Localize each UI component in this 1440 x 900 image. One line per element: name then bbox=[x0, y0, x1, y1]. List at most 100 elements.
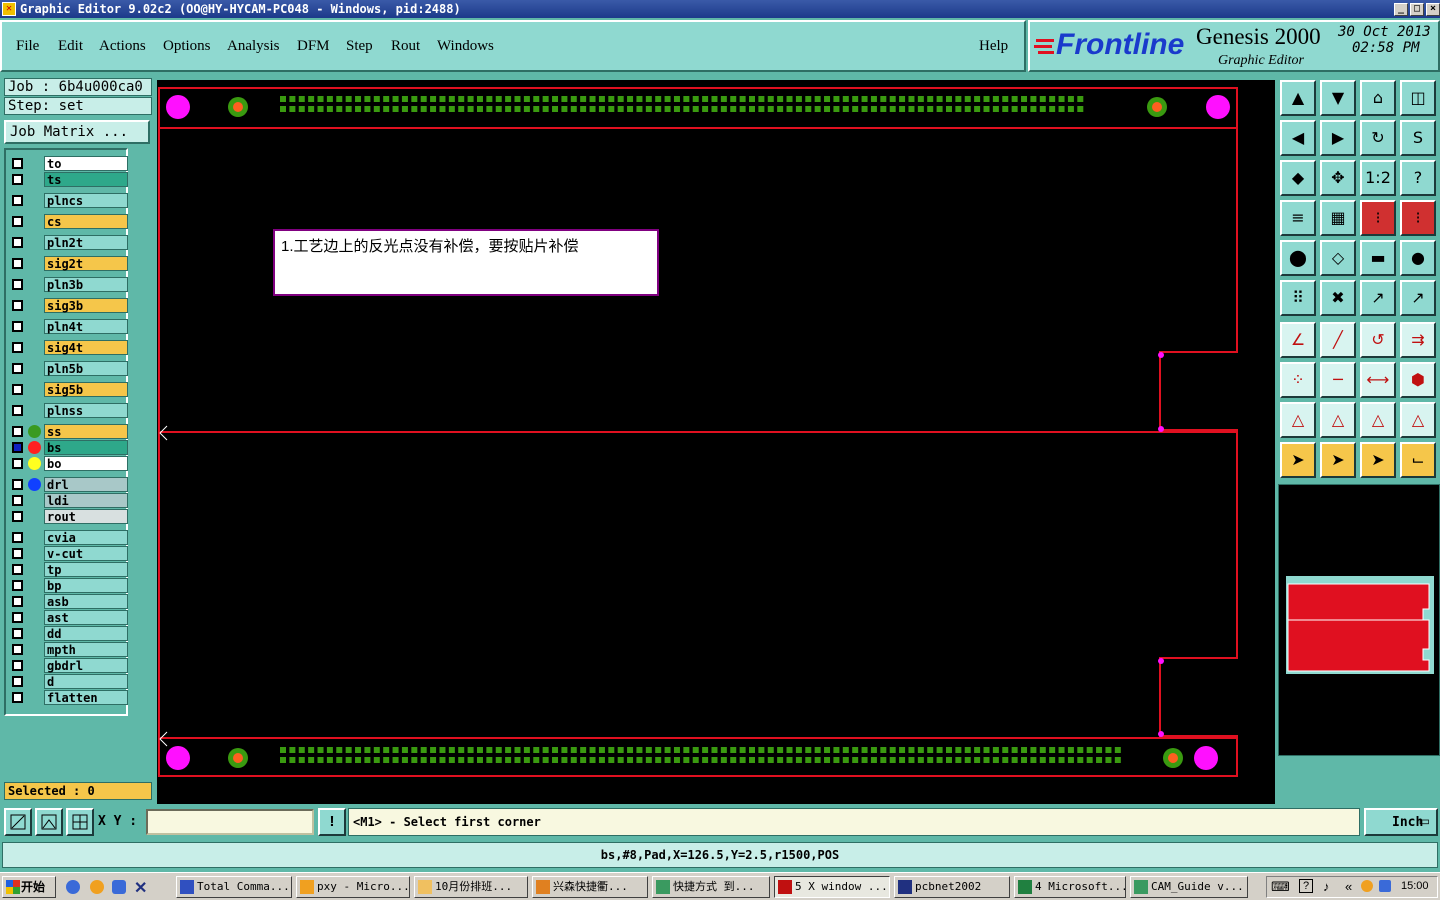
layer-checkbox[interactable] bbox=[12, 237, 23, 248]
layer-checkbox[interactable] bbox=[12, 479, 23, 490]
layer-row-ts[interactable]: ts bbox=[10, 172, 128, 187]
route-tool[interactable]: ↗ bbox=[1360, 280, 1396, 316]
layer-row-mpth[interactable]: mpth bbox=[10, 642, 128, 657]
layer-name[interactable]: plnss bbox=[44, 403, 128, 418]
layer-checkbox[interactable] bbox=[12, 495, 23, 506]
layer-row-pln5b[interactable]: pln5b bbox=[10, 361, 128, 376]
layer-row-bo[interactable]: bo bbox=[10, 456, 128, 471]
layer-row-sig2t[interactable]: sig2t bbox=[10, 256, 128, 271]
layer-row-d[interactable]: d bbox=[10, 674, 128, 689]
help-icon[interactable]: ? bbox=[1299, 879, 1313, 893]
layer-name[interactable]: bo bbox=[44, 456, 128, 471]
layer-row-pln4t[interactable]: pln4t bbox=[10, 319, 128, 334]
zoom-center-tool[interactable]: ✥ bbox=[1320, 160, 1356, 196]
scale-1to1-tool[interactable]: 1:2 bbox=[1360, 160, 1396, 196]
drag-tool[interactable]: ↗ bbox=[1400, 280, 1436, 316]
delete-tool[interactable]: ✖ bbox=[1320, 280, 1356, 316]
measure-tool[interactable]: ⟷ bbox=[1360, 362, 1396, 398]
stop-tool[interactable]: ● bbox=[1400, 240, 1436, 276]
tray-app-icon[interactable] bbox=[1361, 880, 1373, 892]
edit-tool[interactable]: △ bbox=[1320, 402, 1356, 438]
layer-checkbox[interactable] bbox=[12, 174, 23, 185]
taskbar-item[interactable]: 快捷方式 到... bbox=[652, 876, 770, 898]
overview-thumbnail[interactable] bbox=[1285, 575, 1435, 675]
maximize-button[interactable]: □ bbox=[1410, 2, 1424, 16]
layer-checkbox[interactable] bbox=[12, 442, 23, 453]
layer-checkbox[interactable] bbox=[12, 458, 23, 469]
ruler-tool[interactable]: ▬ bbox=[1360, 240, 1396, 276]
layer-name[interactable]: dd bbox=[44, 626, 128, 641]
move-tool[interactable]: ◇ bbox=[1320, 240, 1356, 276]
connectivity-tool[interactable]: ⌙ bbox=[1400, 442, 1436, 478]
layer-row-cs[interactable]: cs bbox=[10, 214, 128, 229]
layer-checkbox[interactable] bbox=[12, 644, 23, 655]
add-pad-tool[interactable]: ⬤ bbox=[1280, 240, 1316, 276]
align-tool[interactable]: ⇉ bbox=[1400, 322, 1436, 358]
minimize-button[interactable]: _ bbox=[1394, 2, 1408, 16]
layer-row-sig4t[interactable]: sig4t bbox=[10, 340, 128, 355]
layer-name[interactable]: pln4t bbox=[44, 319, 128, 334]
pan-left-tool[interactable]: ◀ bbox=[1280, 120, 1316, 156]
taskbar-item[interactable]: 4 Microsoft... bbox=[1014, 876, 1126, 898]
taskbar-item[interactable]: CAM_Guide v... bbox=[1130, 876, 1248, 898]
layer-name[interactable]: sig4t bbox=[44, 340, 128, 355]
settings-tool[interactable]: ≡ bbox=[1280, 200, 1316, 236]
taskbar-item[interactable]: pxy - Micro... bbox=[296, 876, 410, 898]
save-tool[interactable]: ▼ bbox=[1320, 80, 1356, 116]
zoom-window-tool[interactable]: ◫ bbox=[1400, 80, 1436, 116]
pointer-tool[interactable]: ➤ bbox=[1280, 442, 1316, 478]
ie-icon[interactable] bbox=[112, 880, 126, 894]
layer-name[interactable]: ldi bbox=[44, 493, 128, 508]
menu-file[interactable]: File bbox=[16, 38, 39, 55]
minus-tool[interactable]: ─ bbox=[1320, 362, 1356, 398]
layer-row-cvia[interactable]: cvia bbox=[10, 530, 128, 545]
line-tool[interactable]: ╱ bbox=[1320, 322, 1356, 358]
menu-edit[interactable]: Edit bbox=[58, 38, 83, 55]
layer-name[interactable]: plncs bbox=[44, 193, 128, 208]
layer-name[interactable]: ss bbox=[44, 424, 128, 439]
layer-name[interactable]: sig3b bbox=[44, 298, 128, 313]
volume-icon[interactable]: ♪ bbox=[1323, 879, 1330, 894]
angle-tool[interactable]: ∠ bbox=[1280, 322, 1316, 358]
layer-checkbox[interactable] bbox=[12, 612, 23, 623]
layer-row-ast[interactable]: ast bbox=[10, 610, 128, 625]
layer-checkbox[interactable] bbox=[12, 279, 23, 290]
layer-row-pln2t[interactable]: pln2t bbox=[10, 235, 128, 250]
layer-name[interactable]: v-cut bbox=[44, 546, 128, 561]
menu-analysis[interactable]: Analysis bbox=[227, 38, 280, 55]
grid-tool[interactable]: ▦ bbox=[1320, 200, 1356, 236]
query-tool[interactable]: ? bbox=[1400, 160, 1436, 196]
layer-name[interactable]: pln5b bbox=[44, 361, 128, 376]
layer-name[interactable]: cs bbox=[44, 214, 128, 229]
layer-row-tp[interactable]: tp bbox=[10, 562, 128, 577]
layer-row-v-cut[interactable]: v-cut bbox=[10, 546, 128, 561]
layer-name[interactable]: flatten bbox=[44, 690, 128, 705]
arc-tool[interactable]: ↺ bbox=[1360, 322, 1396, 358]
layer-name[interactable]: sig5b bbox=[44, 382, 128, 397]
layer-checkbox[interactable] bbox=[12, 564, 23, 575]
layer-name[interactable]: bs bbox=[44, 440, 128, 455]
taskbar-item[interactable]: Total Comma... bbox=[176, 876, 292, 898]
layer-checkbox[interactable] bbox=[12, 363, 23, 374]
taskbar-item[interactable]: 10月份排班... bbox=[414, 876, 528, 898]
layer-name[interactable]: gbdrl bbox=[44, 658, 128, 673]
layer-row-gbdrl[interactable]: gbdrl bbox=[10, 658, 128, 673]
layer-checkbox[interactable] bbox=[12, 580, 23, 591]
menu-options[interactable]: Options bbox=[163, 38, 211, 55]
close-button[interactable]: × bbox=[1426, 2, 1440, 16]
menu-help[interactable]: Help bbox=[979, 38, 1008, 55]
pan-right-tool[interactable]: ▶ bbox=[1320, 120, 1356, 156]
measure-button[interactable] bbox=[35, 808, 63, 836]
layer-name[interactable]: ts bbox=[44, 172, 128, 187]
layer-checkbox[interactable] bbox=[12, 405, 23, 416]
layer-row-sig5b[interactable]: sig5b bbox=[10, 382, 128, 397]
select-tool[interactable]: ➤ bbox=[1320, 442, 1356, 478]
keyboard-icon[interactable]: ⌨ bbox=[1271, 879, 1290, 895]
home-tool[interactable]: ⌂ bbox=[1360, 80, 1396, 116]
layer-checkbox[interactable] bbox=[12, 548, 23, 559]
snap-grid-button[interactable] bbox=[66, 808, 94, 836]
browser-icon[interactable] bbox=[66, 880, 80, 894]
layer-name[interactable]: pln2t bbox=[44, 235, 128, 250]
taskbar-item[interactable]: pcbnet2002 bbox=[894, 876, 1010, 898]
expand-tray-icon[interactable]: « bbox=[1345, 879, 1352, 894]
